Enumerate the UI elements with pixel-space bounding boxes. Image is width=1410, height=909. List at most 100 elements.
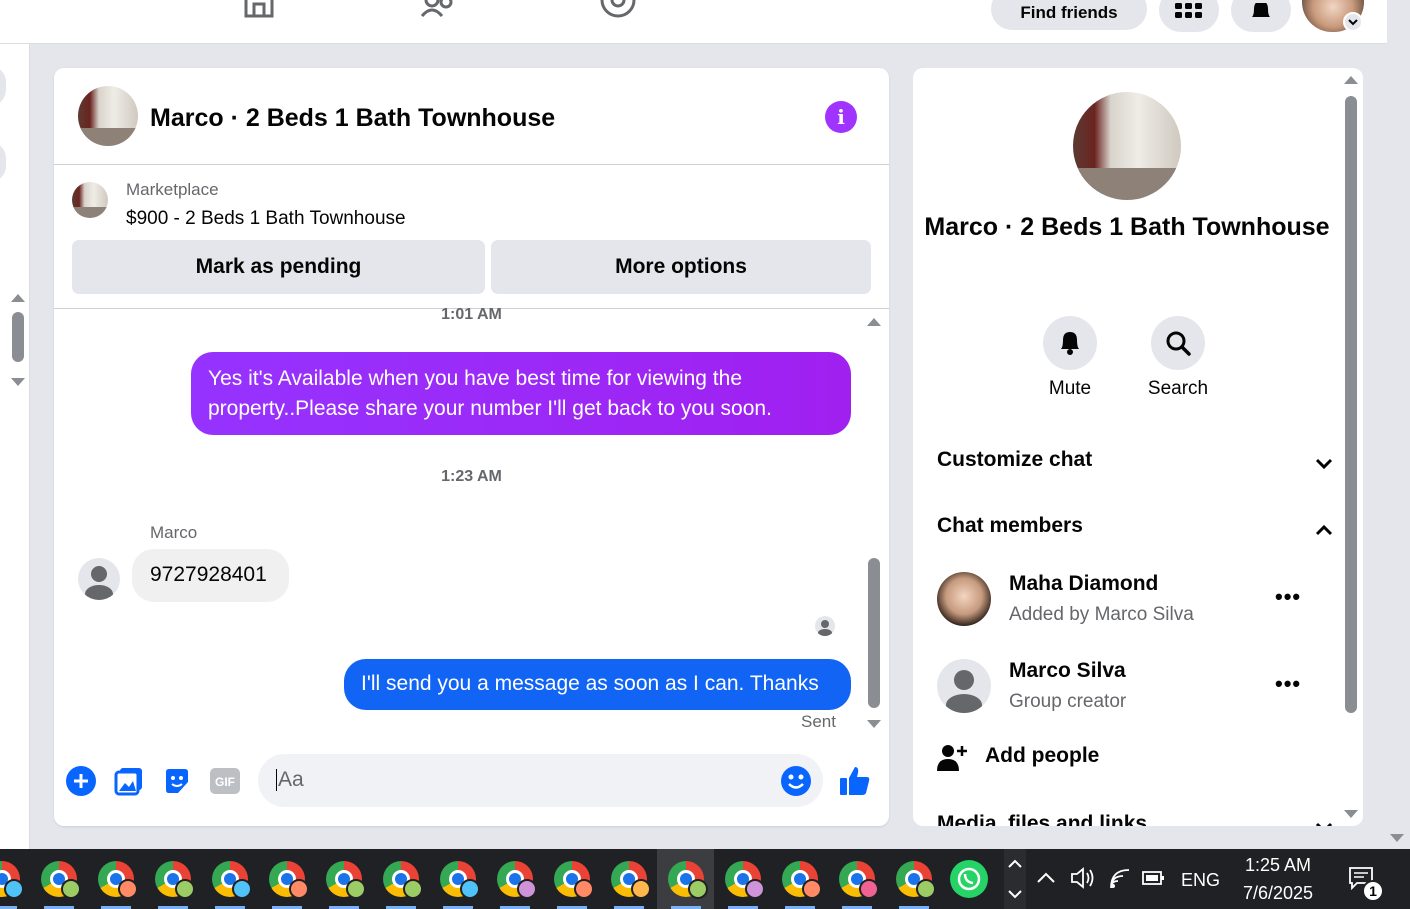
chat-title[interactable]: Marco · 2 Beds 1 Bath Townhouse <box>150 104 555 133</box>
chrome-taskbar-icon[interactable] <box>372 849 429 909</box>
chrome-taskbar-icon[interactable] <box>771 849 828 909</box>
chrome-taskbar-icon[interactable] <box>144 849 201 909</box>
chat-thumbnail[interactable] <box>78 86 138 146</box>
chrome-taskbar-icon[interactable] <box>714 849 771 909</box>
menu-grid-icon[interactable] <box>1159 0 1219 32</box>
show-hidden-icons-chevron-icon[interactable] <box>1036 870 1056 889</box>
member-avatar[interactable] <box>937 659 991 713</box>
listing-summary[interactable]: $900 - 2 Beds 1 Bath Townhouse <box>126 208 406 230</box>
profile-badge <box>175 879 195 899</box>
chat-scrollbar-thumb[interactable] <box>868 558 880 708</box>
message-input[interactable]: Aa <box>258 754 823 807</box>
find-friends-button[interactable]: Find friends <box>991 0 1147 30</box>
more-options-button[interactable]: More options <box>491 240 871 294</box>
sticker-icon[interactable] <box>161 765 193 797</box>
sender-avatar[interactable] <box>78 558 120 600</box>
chat-scroll-up-arrow[interactable] <box>867 318 881 326</box>
clock-date[interactable]: 7/6/2025 <box>1236 883 1320 904</box>
details-scroll-up-arrow[interactable] <box>1344 76 1358 84</box>
profile-badge <box>460 879 480 899</box>
member-subtitle: Group creator <box>1009 691 1127 712</box>
member-avatar[interactable] <box>937 572 991 626</box>
chrome-taskbar-icon[interactable] <box>30 849 87 909</box>
chrome-taskbar-icon[interactable] <box>828 849 885 909</box>
more-dots-icon[interactable]: ••• <box>1275 584 1301 610</box>
chat-members-label: Chat members <box>937 514 1083 537</box>
search-icon[interactable] <box>1151 316 1205 370</box>
profile-badge <box>859 879 879 899</box>
profile-badge <box>745 879 765 899</box>
chrome-taskbar-icon[interactable] <box>486 849 543 909</box>
details-scrollbar-thumb[interactable] <box>1345 96 1357 713</box>
media-files-links-label: Media, files and links <box>937 812 1148 826</box>
sidebar-scrollbar-thumb[interactable] <box>12 312 24 362</box>
groups-icon[interactable] <box>418 0 458 22</box>
network-icon[interactable] <box>1108 866 1134 895</box>
outgoing-message[interactable]: Yes it's Available when you have best ti… <box>191 352 851 435</box>
media-files-links-row[interactable]: Media, files and links <box>937 812 1333 826</box>
member-name[interactable]: Maha Diamond <box>1009 572 1158 596</box>
mute-label[interactable]: Mute <box>1020 378 1120 400</box>
details-scroll-down-arrow[interactable] <box>1344 810 1358 818</box>
add-person-icon[interactable] <box>937 744 967 777</box>
message-timestamp: 1:23 AM <box>441 468 502 485</box>
details-title: Marco · 2 Beds 1 Bath Townhouse <box>924 213 1330 241</box>
outgoing-message[interactable]: I'll send you a message as soon as I can… <box>344 659 851 710</box>
battery-icon[interactable] <box>1141 868 1167 893</box>
sidebar-scroll-down-arrow[interactable] <box>11 378 25 386</box>
photo-icon[interactable] <box>113 765 145 797</box>
chrome-taskbar-icon[interactable] <box>258 849 315 909</box>
add-people-label[interactable]: Add people <box>985 744 1099 768</box>
sender-name: Marco <box>150 523 198 542</box>
volume-icon[interactable] <box>1070 866 1096 895</box>
listing-thumbnail[interactable] <box>72 182 108 218</box>
profile-badge <box>118 879 138 899</box>
chrome-taskbar-icon[interactable] <box>543 849 600 909</box>
profile-badge <box>403 879 423 899</box>
profile-badge <box>688 879 708 899</box>
chat-scroll-down-arrow[interactable] <box>867 720 881 728</box>
thumbs-up-icon[interactable] <box>839 765 871 797</box>
chat-members-row[interactable]: Chat members <box>937 514 1333 538</box>
chrome-taskbar-icon[interactable] <box>429 849 486 909</box>
chrome-taskbar-icon[interactable] <box>600 849 657 909</box>
profile-badge <box>631 879 651 899</box>
mute-bell-icon[interactable] <box>1043 316 1097 370</box>
profile-badge <box>61 879 81 899</box>
chrome-taskbar-icon[interactable] <box>315 849 372 909</box>
taskbar-overflow-scroller[interactable] <box>1004 849 1026 909</box>
marketplace-icon[interactable] <box>239 0 279 22</box>
incoming-message[interactable]: 9727928401 <box>132 549 289 602</box>
gif-icon[interactable]: GIF <box>209 765 241 797</box>
notifications-bell-icon[interactable] <box>1231 0 1291 32</box>
plus-icon[interactable] <box>65 765 97 797</box>
gaming-icon[interactable] <box>598 0 638 22</box>
customize-chat-row[interactable]: Customize chat <box>937 448 1333 472</box>
chrome-taskbar-icon[interactable] <box>201 849 258 909</box>
chrome-taskbar-icon[interactable] <box>0 849 30 909</box>
chevron-up-icon <box>1315 518 1333 542</box>
profile-badge <box>802 879 822 899</box>
search-label[interactable]: Search <box>1128 378 1228 400</box>
sidebar-scroll-up-arrow[interactable] <box>11 294 25 302</box>
whatsapp-taskbar-icon[interactable] <box>950 860 988 898</box>
chrome-taskbar-icon[interactable] <box>885 849 942 909</box>
chrome-taskbar-icon[interactable] <box>657 849 714 909</box>
profile-badge <box>289 879 309 899</box>
message-status: Sent <box>801 712 836 731</box>
chrome-taskbar-icon[interactable] <box>87 849 144 909</box>
mark-as-pending-button[interactable]: Mark as pending <box>72 240 485 294</box>
info-icon[interactable]: i <box>825 101 857 133</box>
read-receipt-avatar <box>815 616 835 636</box>
chat-photo[interactable] <box>1073 92 1181 200</box>
notification-count-badge: 1 <box>1362 880 1384 902</box>
chat-header: Marco · 2 Beds 1 Bath Townhouse i <box>54 68 889 165</box>
chevron-down-icon <box>1315 816 1333 826</box>
page-scroll-down-arrow[interactable] <box>1390 834 1404 842</box>
member-name[interactable]: Marco Silva <box>1009 659 1126 683</box>
account-chevron-down-icon[interactable] <box>1343 12 1363 32</box>
input-language[interactable]: ENG <box>1181 870 1220 891</box>
more-dots-icon[interactable]: ••• <box>1275 671 1301 697</box>
clock-time[interactable]: 1:25 AM <box>1240 855 1316 876</box>
emoji-icon[interactable] <box>780 765 812 797</box>
